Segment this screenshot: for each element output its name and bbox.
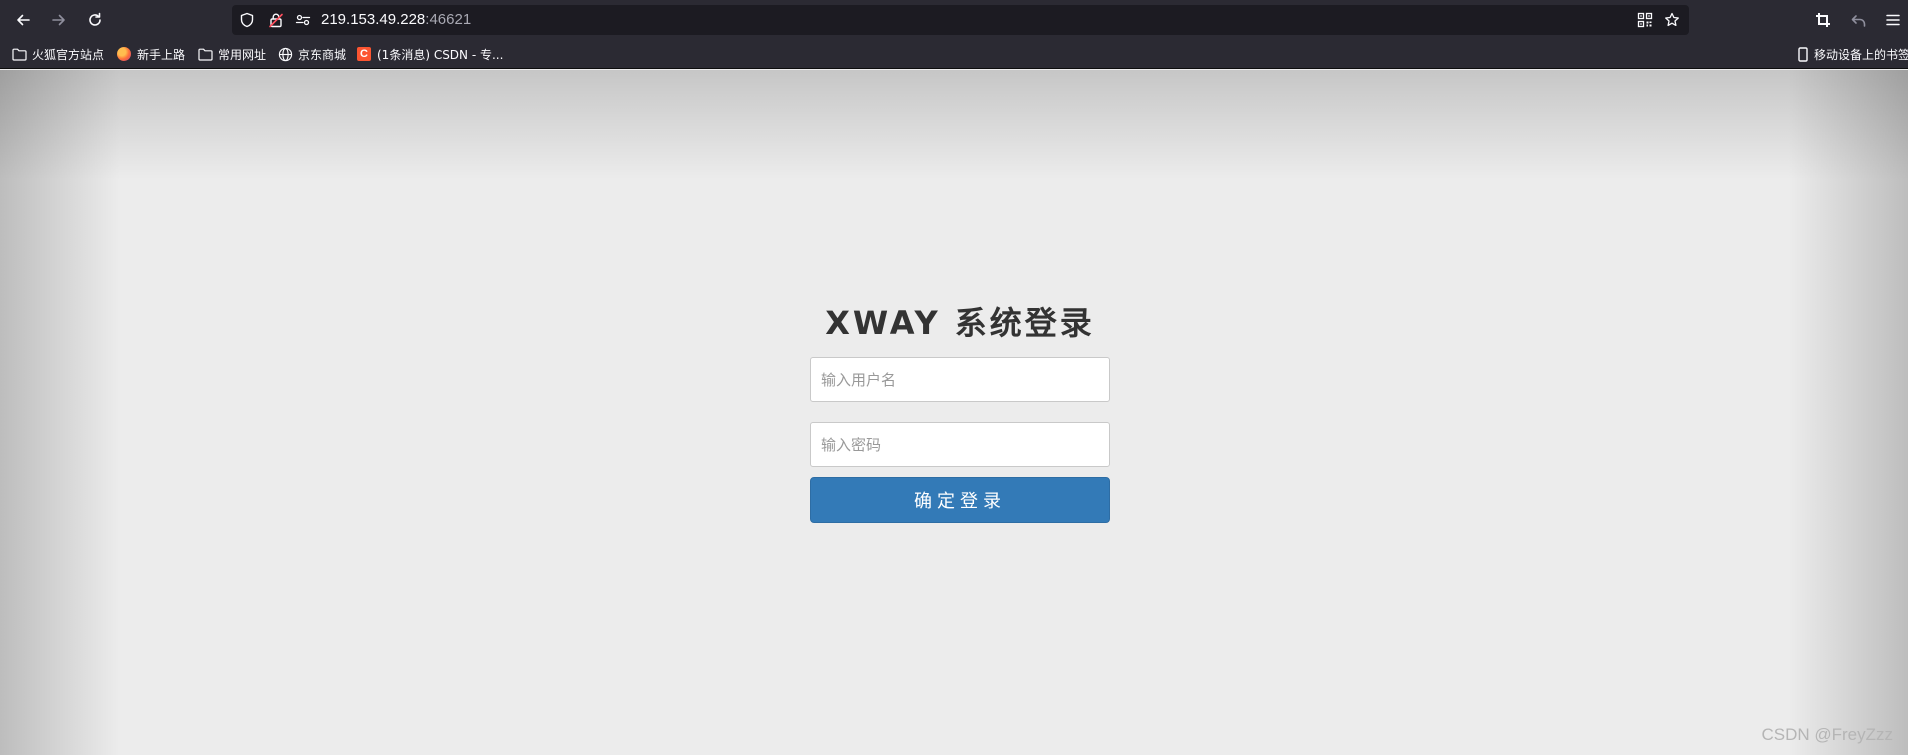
page-content: XWAY 系统登录 确定登录 CSDN @FreyZzz bbox=[0, 70, 1908, 755]
folder-icon bbox=[197, 46, 213, 62]
arrow-left-icon bbox=[17, 14, 30, 26]
forward-button[interactable] bbox=[45, 6, 73, 34]
url-text[interactable]: 219.153.49.228:46621 bbox=[321, 11, 471, 29]
insecure-lock-icon[interactable] bbox=[267, 11, 285, 29]
mobile-device-icon bbox=[1797, 46, 1809, 62]
url-host: 219.153.49.228 bbox=[321, 11, 426, 28]
bookmark-label: (1条消息) CSDN - 专... bbox=[377, 47, 504, 62]
bookmark-label: 火狐官方站点 bbox=[32, 47, 105, 62]
bookmarks-toolbar: 火狐官方站点 新手上路 常用网址 京东商城 C (1条消息) CSDN - 专.… bbox=[0, 40, 1908, 69]
password-input[interactable] bbox=[810, 422, 1110, 467]
globe-icon bbox=[277, 46, 293, 62]
mobile-bookmarks-label: 移动设备上的书签 bbox=[1814, 47, 1908, 62]
hamburger-menu-icon bbox=[1886, 14, 1900, 26]
reload-icon bbox=[89, 12, 101, 26]
mobile-bookmarks[interactable]: 移动设备上的书签 bbox=[1797, 44, 1908, 64]
arrow-right-icon bbox=[52, 14, 65, 26]
bookmark-item[interactable]: 火狐官方站点 bbox=[11, 44, 104, 64]
undo-button[interactable] bbox=[1847, 8, 1871, 32]
login-title: XWAY 系统登录 bbox=[825, 304, 1095, 342]
csdn-icon: C bbox=[356, 46, 372, 62]
screenshot-button[interactable] bbox=[1811, 8, 1835, 32]
username-input[interactable] bbox=[810, 357, 1110, 402]
address-bar[interactable]: 219.153.49.228:46621 bbox=[232, 5, 1689, 35]
back-button[interactable] bbox=[9, 6, 37, 34]
bookmark-label: 新手上路 bbox=[137, 47, 186, 62]
undo-icon bbox=[1851, 15, 1866, 27]
menu-button[interactable] bbox=[1881, 8, 1905, 32]
reload-button[interactable] bbox=[81, 6, 109, 34]
bookmark-label: 常用网址 bbox=[218, 47, 267, 62]
browser-toolbar: 219.153.49.228:46621 bbox=[0, 0, 1908, 40]
bookmark-item[interactable]: C (1条消息) CSDN - 专... bbox=[356, 44, 503, 64]
bookmark-item[interactable]: 常用网址 bbox=[197, 44, 266, 64]
crop-icon bbox=[1816, 13, 1830, 27]
url-port: :46621 bbox=[425, 11, 472, 28]
watermark: CSDN @FreyZzz bbox=[1761, 725, 1893, 744]
folder-icon bbox=[11, 46, 27, 62]
firefox-icon bbox=[116, 46, 132, 62]
background-vignette bbox=[0, 70, 1908, 755]
login-submit-button[interactable]: 确定登录 bbox=[810, 477, 1110, 523]
qr-code-icon[interactable] bbox=[1636, 11, 1654, 29]
permissions-icon[interactable] bbox=[294, 11, 312, 29]
bookmark-item[interactable]: 新手上路 bbox=[116, 44, 185, 64]
bookmark-star-icon[interactable] bbox=[1663, 11, 1681, 29]
bookmark-item[interactable]: 京东商城 bbox=[277, 44, 346, 64]
tracking-protection-shield-icon[interactable] bbox=[238, 11, 256, 29]
bookmark-label: 京东商城 bbox=[298, 47, 347, 62]
